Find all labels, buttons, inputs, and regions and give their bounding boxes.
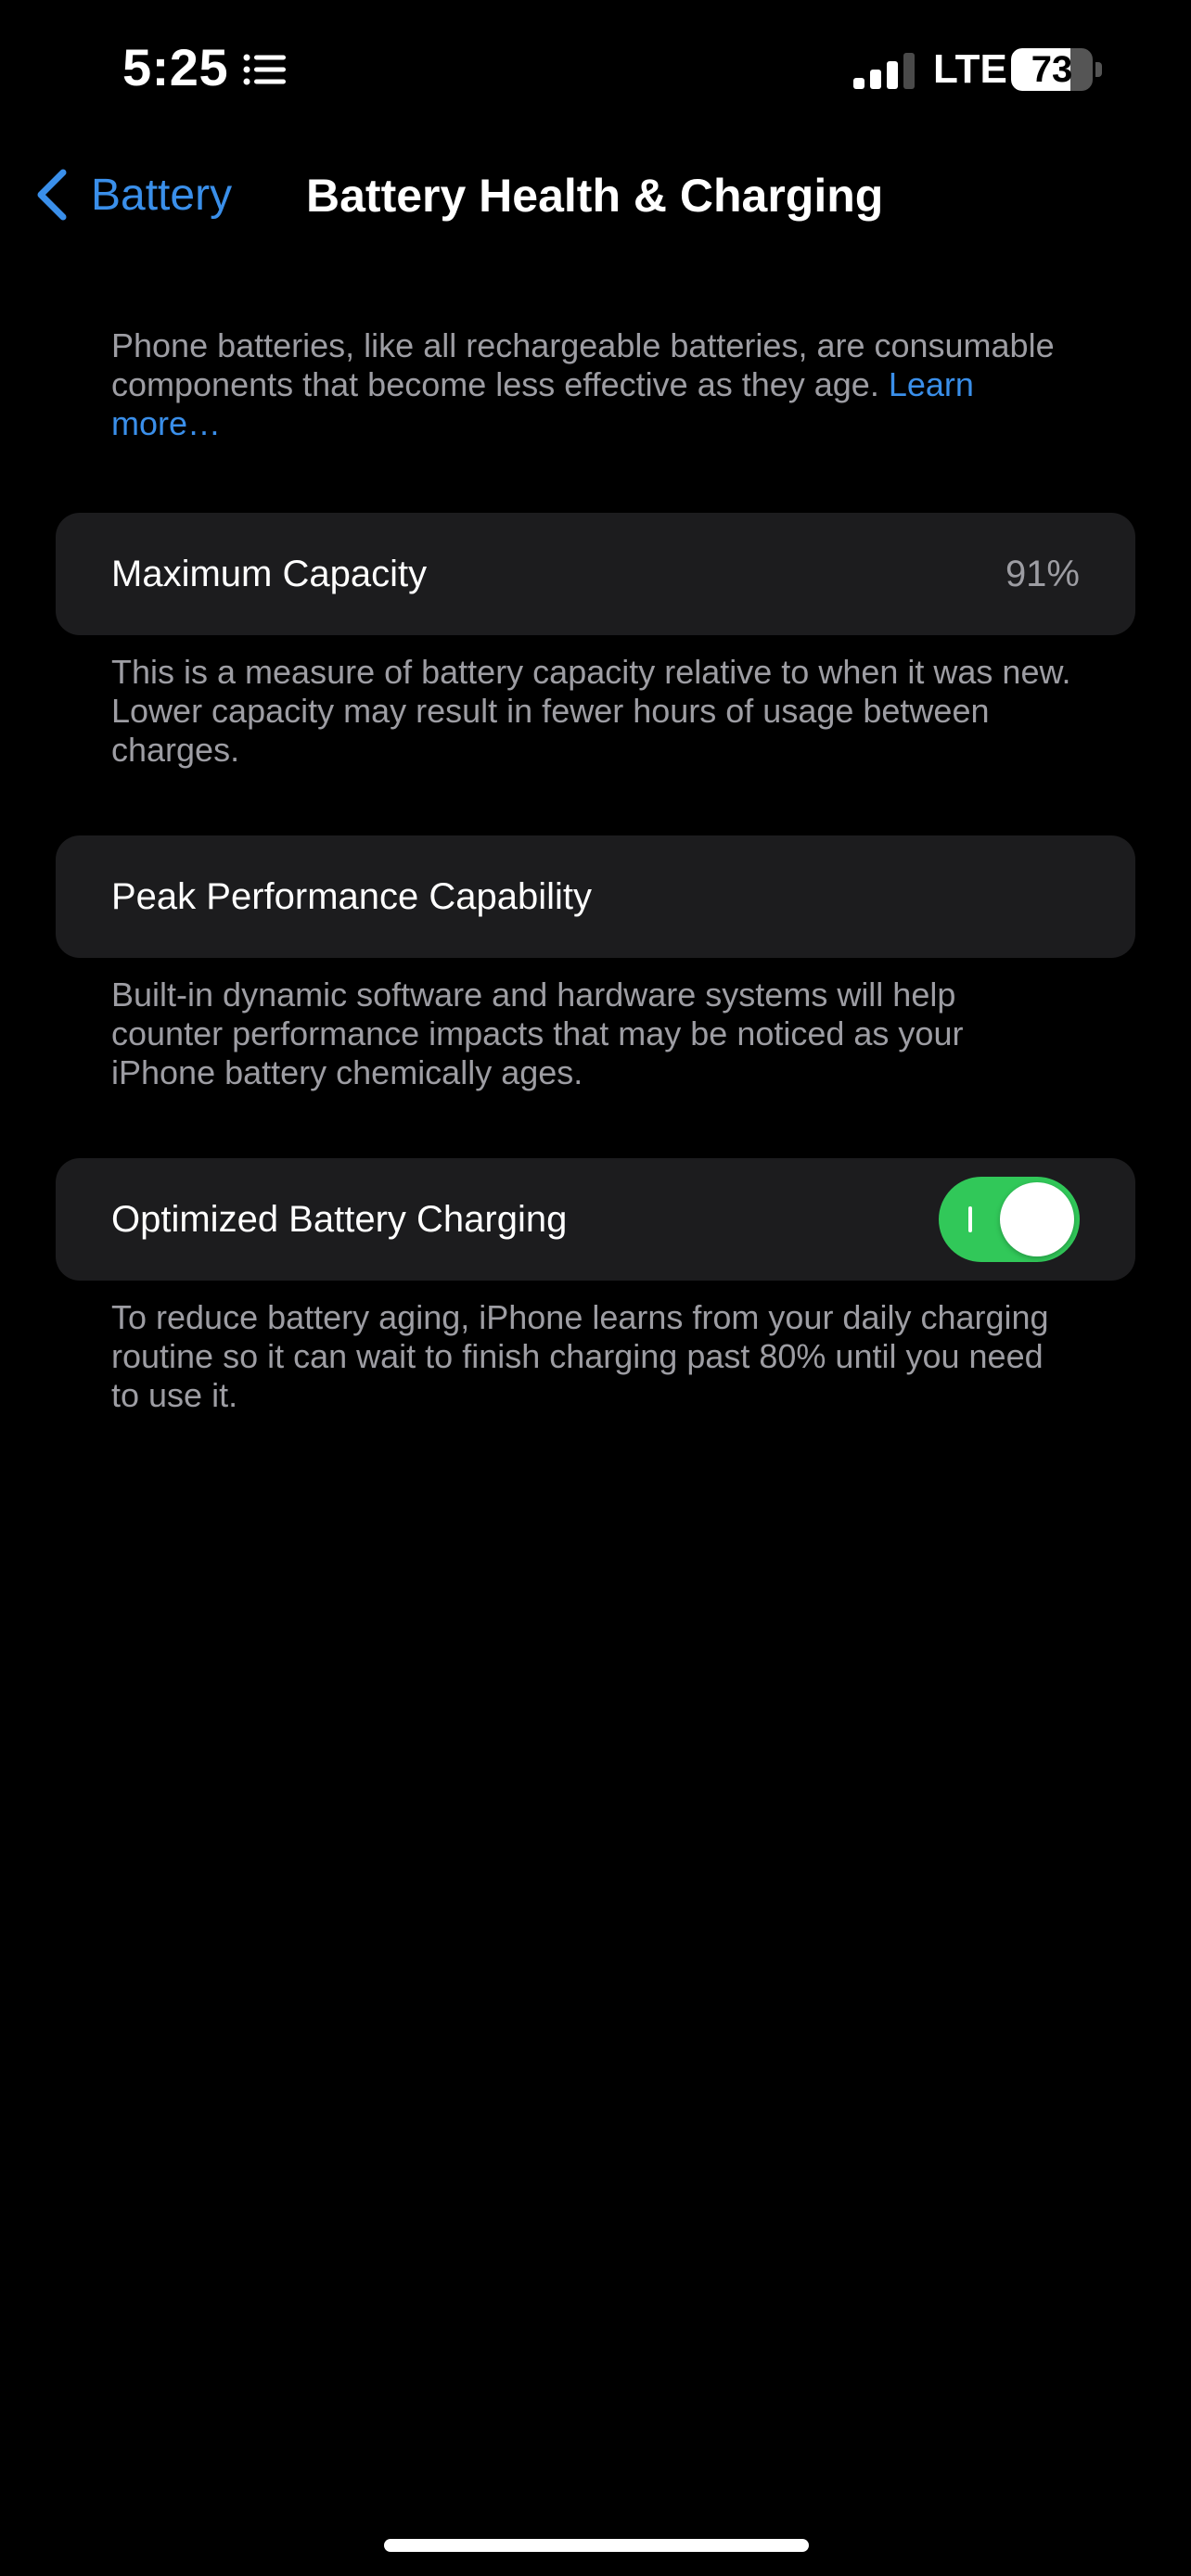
optimized-charging-description: To reduce battery aging, iPhone learns f… xyxy=(111,1298,1049,1414)
signal-bar xyxy=(870,70,881,89)
peak-performance-description: Built-in dynamic software and hardware s… xyxy=(111,976,964,1091)
signal-bar xyxy=(887,61,898,89)
navigation-bar: Battery Battery Health & Charging xyxy=(0,148,1191,241)
home-indicator[interactable] xyxy=(384,2539,809,2552)
peak-performance-row: Peak Performance Capability xyxy=(56,835,1135,958)
signal-bar xyxy=(903,53,915,89)
maximum-capacity-label: Maximum Capacity xyxy=(111,554,428,594)
optimized-charging-row: Optimized Battery Charging xyxy=(56,1158,1135,1281)
optimized-charging-toggle[interactable] xyxy=(939,1177,1080,1262)
intro-text: Phone batteries, like all rechargeable b… xyxy=(111,326,1076,443)
status-time: 5:25 xyxy=(122,38,229,96)
maximum-capacity-value: 91% xyxy=(1005,554,1080,594)
status-bar: 5:25 LTE 73 xyxy=(0,0,1191,139)
chevron-left-icon xyxy=(37,169,67,221)
signal-bar xyxy=(853,78,864,89)
maximum-capacity-description: This is a measure of battery capacity re… xyxy=(111,653,1071,769)
cellular-signal-icon xyxy=(853,53,915,89)
list-icon xyxy=(243,54,286,85)
network-type: LTE xyxy=(933,46,1007,92)
maximum-capacity-row: Maximum Capacity 91% xyxy=(56,513,1135,635)
peak-performance-label: Peak Performance Capability xyxy=(111,876,593,917)
optimized-charging-label: Optimized Battery Charging xyxy=(111,1199,568,1240)
toggle-knob xyxy=(1000,1182,1074,1256)
toggle-on-indicator xyxy=(968,1206,972,1232)
back-button-label: Battery xyxy=(91,170,233,220)
battery-icon: 73 xyxy=(1011,48,1102,91)
battery-percentage: 73 xyxy=(1031,49,1073,90)
page-title: Battery Health & Charging xyxy=(306,170,884,222)
back-button[interactable]: Battery xyxy=(33,159,232,230)
